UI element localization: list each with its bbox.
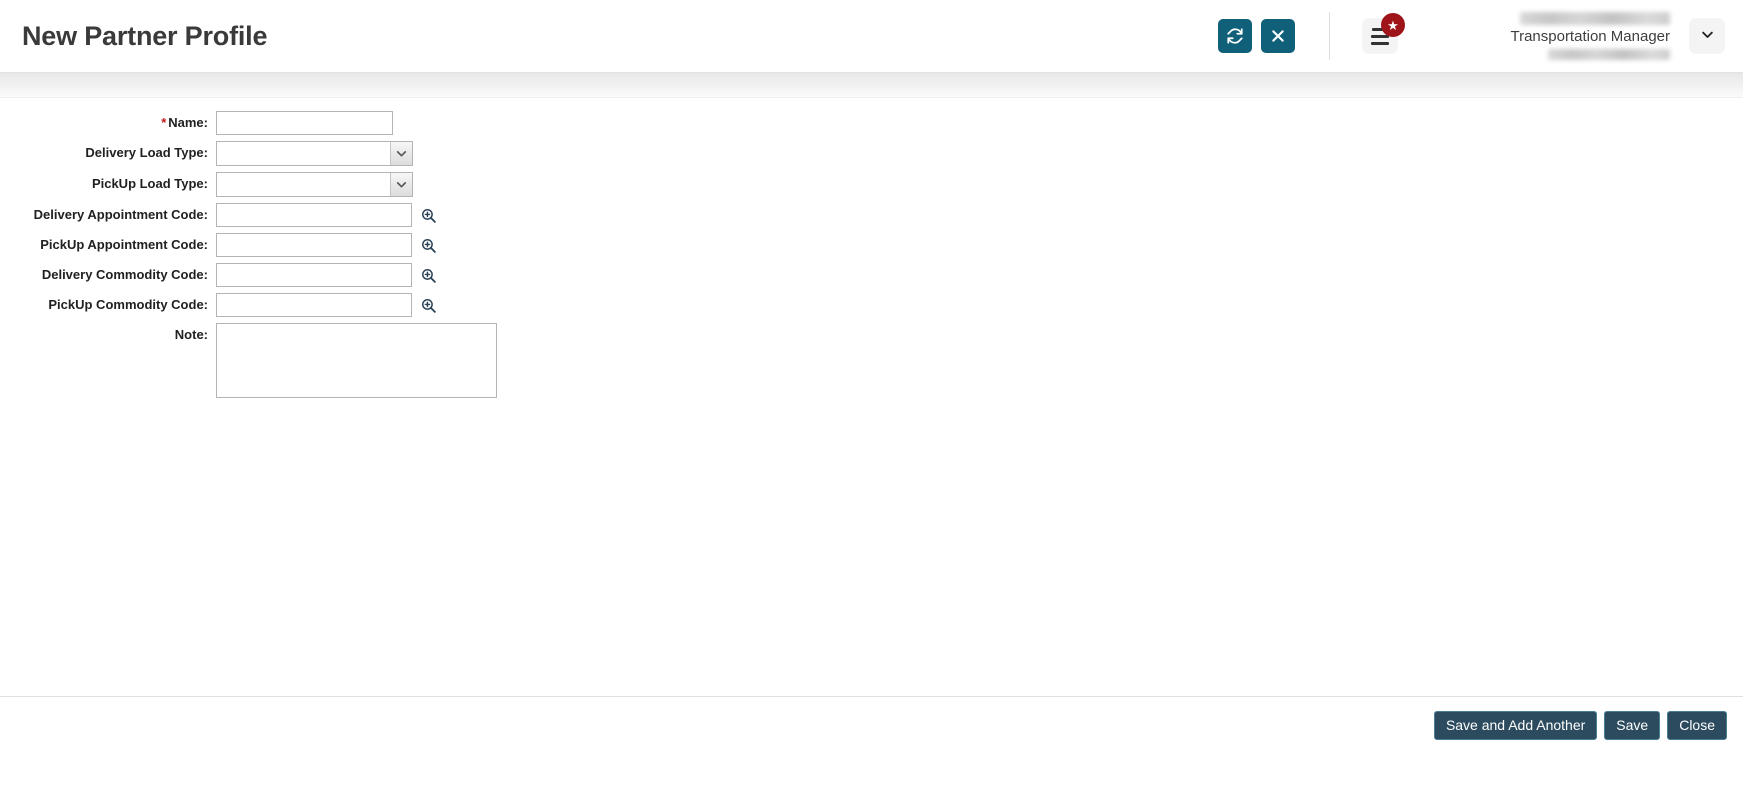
user-account-block[interactable]: Transportation Manager — [1490, 11, 1725, 61]
label-pickup-commodity-code: PickUp Commodity Code: — [48, 297, 208, 312]
form-area: * Name: Delivery Load Type: PickUp Load T… — [0, 98, 1743, 753]
note-textarea[interactable] — [216, 323, 497, 398]
magnifier-plus-icon[interactable] — [419, 233, 437, 257]
form-row-pickup-appointment-code: PickUp Appointment Code: — [0, 233, 1743, 257]
star-badge-icon: ★ — [1381, 13, 1405, 37]
form-row-delivery-load-type: Delivery Load Type: — [0, 141, 1743, 166]
toolbar-strip — [0, 72, 1743, 98]
chevron-down-icon — [1700, 27, 1715, 45]
delivery-commodity-code-input[interactable] — [216, 263, 412, 287]
save-button[interactable]: Save — [1604, 710, 1661, 740]
label-delivery-commodity-code: Delivery Commodity Code: — [41, 267, 208, 282]
magnifier-plus-icon[interactable] — [419, 263, 437, 287]
header-action-buttons — [1218, 19, 1295, 53]
form-row-pickup-load-type: PickUp Load Type: — [0, 172, 1743, 197]
app-header: New Partner Profile ★ Transportation Man… — [0, 0, 1743, 72]
close-window-button[interactable] — [1261, 19, 1295, 53]
label-delivery-load-type: Delivery Load Type: — [85, 145, 208, 160]
header-divider — [1329, 12, 1330, 60]
delivery-appointment-code-input[interactable] — [216, 203, 412, 227]
user-role-label: Transportation Manager — [1510, 27, 1670, 45]
pickup-load-type-wrapper — [216, 172, 413, 197]
magnifier-plus-icon[interactable] — [419, 293, 437, 317]
required-indicator: * — [161, 115, 167, 130]
label-name: * Name: — [161, 115, 208, 130]
menu-button-wrapper: ★ — [1360, 13, 1405, 56]
label-pickup-load-type: PickUp Load Type: — [91, 176, 208, 191]
magnifier-plus-icon[interactable] — [419, 203, 437, 227]
label-delivery-appointment-code: Delivery Appointment Code: — [33, 207, 208, 222]
form-row-pickup-commodity-code: PickUp Commodity Code: — [0, 293, 1743, 317]
form-row-note: Note: — [0, 323, 1743, 398]
close-icon — [1270, 28, 1286, 44]
label-pickup-appointment-code: PickUp Appointment Code: — [40, 237, 208, 252]
form-row-delivery-commodity-code: Delivery Commodity Code: — [0, 263, 1743, 287]
refresh-icon — [1226, 27, 1244, 45]
save-and-add-another-button[interactable]: Save and Add Another — [1433, 710, 1598, 740]
label-note: Note: — [174, 327, 208, 342]
delivery-load-type-wrapper — [216, 141, 413, 166]
close-button[interactable]: Close — [1667, 710, 1727, 740]
user-info-text: Transportation Manager — [1490, 11, 1670, 61]
pickup-commodity-code-input[interactable] — [216, 293, 412, 317]
pickup-appointment-code-input[interactable] — [216, 233, 412, 257]
form-row-delivery-appointment-code: Delivery Appointment Code: — [0, 203, 1743, 227]
header-right-controls: ★ Transportation Manager — [1218, 0, 1725, 72]
delivery-load-type-select[interactable] — [216, 141, 413, 166]
user-menu-toggle-button[interactable] — [1689, 18, 1725, 54]
user-name-redacted — [1520, 11, 1670, 25]
page-title: New Partner Profile — [22, 20, 268, 51]
pickup-load-type-select[interactable] — [216, 172, 413, 197]
hamburger-line-3 — [1371, 41, 1389, 45]
name-input[interactable] — [216, 111, 393, 135]
refresh-button[interactable] — [1218, 19, 1252, 53]
footer-action-bar: Save and Add Another Save Close — [0, 696, 1743, 753]
form-row-name: * Name: — [0, 111, 1743, 135]
user-meta-redacted — [1548, 49, 1670, 61]
